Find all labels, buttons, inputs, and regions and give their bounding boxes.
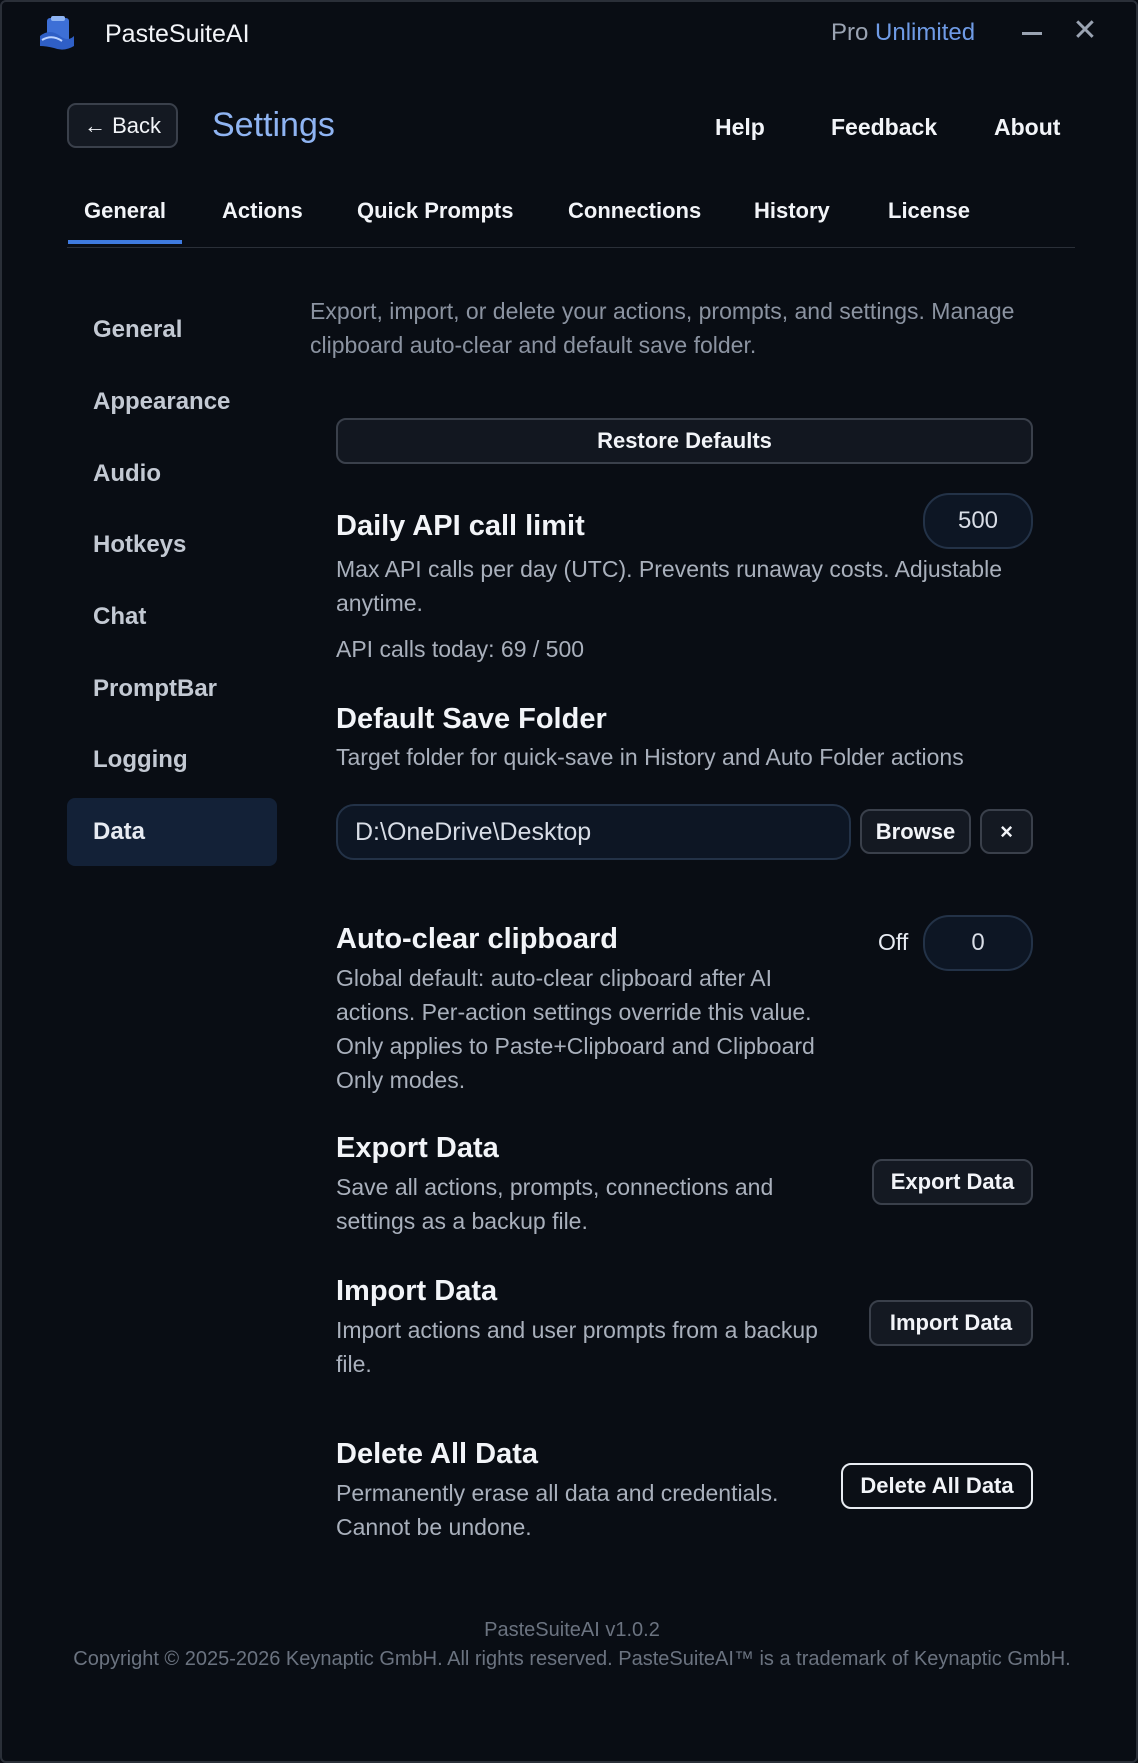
about-link[interactable]: About — [994, 114, 1060, 141]
delete-all-data-button[interactable]: Delete All Data — [841, 1463, 1033, 1509]
minimize-icon[interactable] — [1022, 32, 1042, 35]
footer: PasteSuiteAI v1.0.2 Copyright © 2025-202… — [62, 1616, 1082, 1674]
api-limit-title: Daily API call limit — [336, 510, 585, 542]
close-icon[interactable]: ✕ — [1072, 16, 1098, 46]
plan-prefix: Pro — [831, 19, 869, 46]
api-limit-desc: Max API calls per day (UTC). Prevents ru… — [336, 556, 1002, 616]
help-link[interactable]: Help — [715, 114, 765, 141]
import-title: Import Data — [336, 1275, 498, 1307]
feedback-link[interactable]: Feedback — [831, 114, 937, 141]
sidebar-item-general[interactable]: General — [67, 296, 277, 364]
export-title: Export Data — [336, 1132, 499, 1164]
sidebar-item-logging[interactable]: Logging — [67, 726, 277, 794]
clear-folder-button[interactable]: × — [980, 809, 1033, 854]
api-usage-text: API calls today: 69 / 500 — [336, 636, 585, 662]
delete-desc: Permanently erase all data and credentia… — [336, 1480, 779, 1540]
auto-clear-state: Off — [878, 929, 909, 955]
app-logo-icon — [40, 16, 74, 50]
api-limit-input[interactable]: 500 — [923, 493, 1033, 549]
sidebar-item-data[interactable]: Data — [67, 798, 277, 866]
settings-tabs: General Actions Quick Prompts Connection… — [67, 198, 1075, 248]
export-desc: Save all actions, prompts, connections a… — [336, 1174, 774, 1234]
browse-button[interactable]: Browse — [860, 809, 971, 854]
auto-clear-desc: Global default: auto-clear clipboard aft… — [336, 965, 815, 1093]
delete-title: Delete All Data — [336, 1438, 538, 1470]
tab-history[interactable]: History — [754, 198, 830, 224]
tab-quick-prompts[interactable]: Quick Prompts — [357, 198, 513, 224]
save-folder-title: Default Save Folder — [336, 703, 607, 735]
sidebar-item-chat[interactable]: Chat — [67, 583, 277, 651]
restore-defaults-button[interactable]: Restore Defaults — [336, 418, 1033, 464]
app-name: PasteSuiteAI — [105, 20, 250, 48]
tab-connections[interactable]: Connections — [568, 198, 701, 224]
back-button[interactable]: ← Back — [67, 103, 178, 148]
import-desc: Import actions and user prompts from a b… — [336, 1317, 818, 1377]
page-title: Settings — [212, 106, 335, 144]
auto-clear-input[interactable]: 0 — [923, 915, 1033, 971]
section-intro: Export, import, or delete your actions, … — [310, 298, 1015, 358]
import-data-button[interactable]: Import Data — [869, 1300, 1033, 1346]
title-bar[interactable]: PasteSuiteAI Pro Unlimited ✕ — [2, 2, 1136, 66]
plan-badge: Pro Unlimited — [831, 19, 975, 47]
footer-version: PasteSuiteAI v1.0.2 — [484, 1619, 660, 1641]
sidebar-item-hotkeys[interactable]: Hotkeys — [67, 511, 277, 579]
app-window: PasteSuiteAI Pro Unlimited ✕ ← Back Sett… — [0, 0, 1138, 1763]
plan-highlight: Unlimited — [875, 19, 976, 46]
sidebar-item-appearance[interactable]: Appearance — [67, 368, 277, 436]
save-folder-input[interactable]: D:\OneDrive\Desktop — [336, 804, 851, 860]
export-data-button[interactable]: Export Data — [872, 1159, 1033, 1205]
sidebar-item-audio[interactable]: Audio — [67, 440, 277, 508]
auto-clear-title: Auto-clear clipboard — [336, 923, 618, 955]
footer-copyright: Copyright © 2025-2026 Keynaptic GmbH. Al… — [73, 1648, 1071, 1670]
tab-actions[interactable]: Actions — [222, 198, 303, 224]
tab-general[interactable]: General — [68, 198, 182, 244]
sidebar-item-promptbar[interactable]: PromptBar — [67, 655, 277, 723]
save-folder-desc: Target folder for quick-save in History … — [336, 744, 964, 770]
tab-license[interactable]: License — [888, 198, 970, 224]
